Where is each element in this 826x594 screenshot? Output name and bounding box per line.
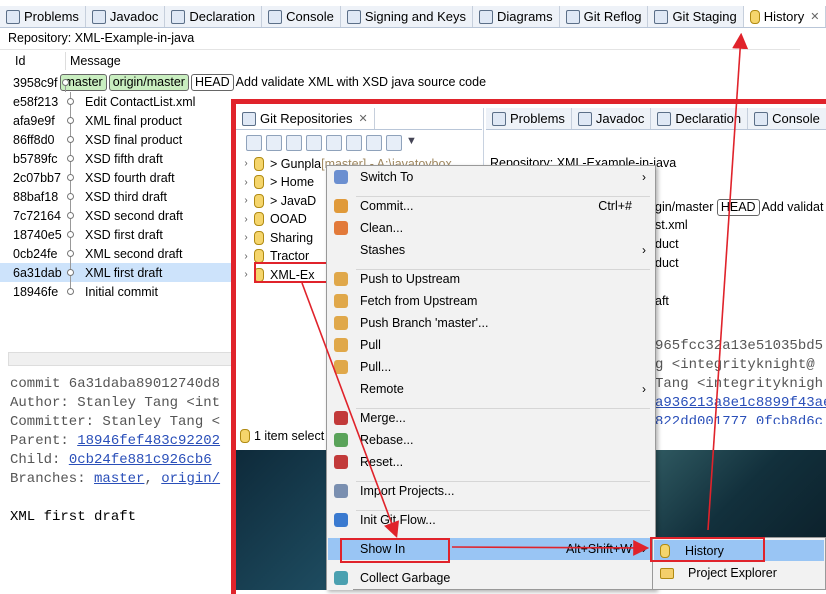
- arrow-to-show-in: [301, 282, 400, 538]
- annotation-arrows: [301, 32, 749, 556]
- arrow-to-history-submenu: [451, 539, 650, 556]
- arrow-to-history-tab: [707, 32, 749, 531]
